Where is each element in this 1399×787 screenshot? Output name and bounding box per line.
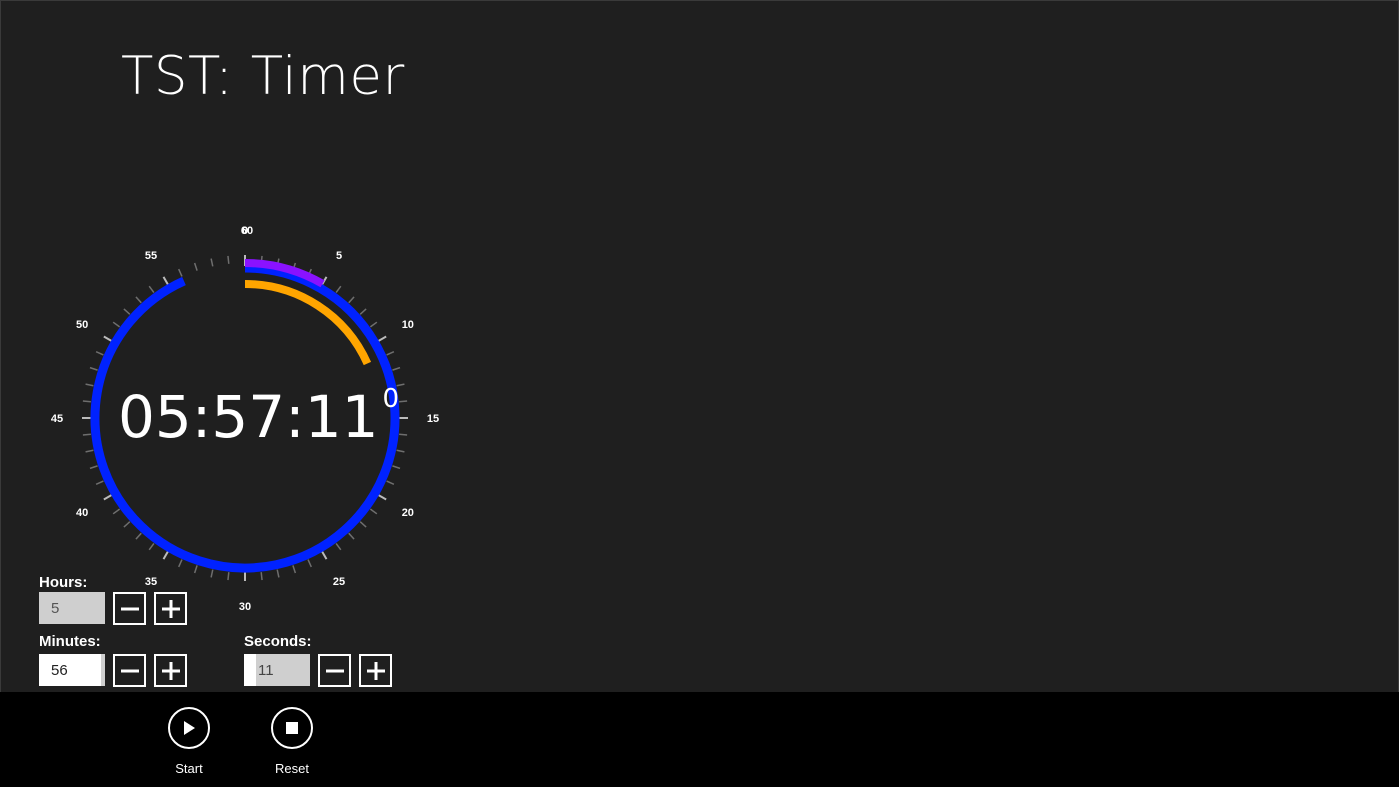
dial-tick	[89, 366, 98, 371]
dial-tick	[260, 572, 263, 581]
dial-tick	[359, 521, 367, 528]
dial-tick	[135, 532, 142, 540]
minus-icon	[120, 669, 139, 672]
dial-tick	[392, 366, 401, 371]
dial-tick	[210, 569, 214, 578]
dial-tick-label: 15	[427, 413, 439, 425]
dial-tick	[95, 480, 104, 485]
dial-tick	[148, 285, 155, 294]
dial-tick	[112, 321, 121, 328]
dial-tick	[85, 449, 94, 453]
minutes-decrement-button[interactable]	[113, 654, 146, 687]
dial-tick	[386, 351, 395, 356]
dial-tick	[95, 351, 104, 356]
seconds-decrement-button[interactable]	[318, 654, 351, 687]
dial-tick	[135, 296, 142, 304]
timer-dial: 0 5 10 15 20 25 30 35 40 45 50 55 60	[51, 225, 439, 613]
dial-tick-label: 55	[145, 250, 157, 262]
dial-tick	[386, 480, 395, 485]
dial-tick	[227, 255, 230, 264]
start-label: Start	[175, 761, 203, 776]
dial-tick	[348, 296, 355, 304]
plus-icon	[366, 661, 385, 680]
dial-tick-label: 25	[333, 576, 345, 588]
dial-tick	[399, 433, 408, 436]
reset-circle	[271, 707, 313, 749]
dial-tick	[178, 268, 183, 277]
plus-icon	[161, 599, 180, 618]
dial-tick	[292, 565, 297, 574]
seconds-ring	[244, 280, 372, 366]
minus-icon	[120, 607, 139, 610]
dial-tick	[227, 572, 230, 581]
dial-tick	[399, 400, 408, 403]
start-button[interactable]: Start	[159, 707, 219, 776]
dial-tick	[359, 308, 367, 315]
hours-input[interactable]	[39, 592, 105, 624]
dial-tick-label: 20	[402, 507, 414, 519]
plus-icon	[161, 661, 180, 680]
dial-tick	[82, 433, 91, 436]
dial-tick-label: 40	[76, 507, 88, 519]
dial-tick-label: 45	[51, 413, 63, 425]
dial-tick	[335, 285, 342, 294]
dial-tick	[392, 465, 401, 470]
time-readout: 05:57:11 0	[118, 386, 399, 446]
dial-tick-label-overlap: 60	[241, 225, 253, 237]
time-fraction: 0	[382, 384, 400, 414]
minutes-increment-button[interactable]	[154, 654, 187, 687]
dial-tick	[369, 321, 378, 328]
dial-tick	[123, 521, 131, 528]
dial-tick-label: 35	[145, 576, 157, 588]
minutes-input[interactable]	[39, 654, 105, 686]
start-circle	[168, 707, 210, 749]
dial-tick	[148, 542, 155, 551]
minus-icon	[325, 669, 344, 672]
dial-tick-label: 30	[239, 601, 251, 613]
dial-tick	[210, 258, 214, 267]
hours-label: Hours:	[39, 574, 88, 591]
dial-tick-label: 50	[76, 319, 88, 331]
time-display: 05:57:11	[118, 383, 379, 451]
seconds-input[interactable]	[244, 654, 310, 686]
stop-icon	[286, 722, 298, 734]
dial-tick-label: 10	[402, 319, 414, 331]
dial-tick	[85, 383, 94, 387]
dial-tick	[335, 542, 342, 551]
dial-tick	[276, 569, 280, 578]
dial-tick	[193, 565, 198, 574]
dial-tick-label: 5	[336, 250, 342, 262]
dial-tick	[307, 559, 312, 568]
seconds-label: Seconds:	[244, 633, 312, 650]
dial-tick	[123, 308, 131, 315]
seconds-increment-button[interactable]	[359, 654, 392, 687]
dial-tick	[112, 508, 121, 515]
minutes-label: Minutes:	[39, 633, 101, 650]
dial-tick	[396, 449, 405, 453]
dial-tick	[193, 262, 198, 271]
reset-button[interactable]: Reset	[262, 707, 322, 776]
hours-decrement-button[interactable]	[113, 592, 146, 625]
reset-label: Reset	[275, 761, 309, 776]
dial-tick	[348, 532, 355, 540]
dial-tick	[178, 559, 183, 568]
dial-tick	[89, 465, 98, 470]
play-icon	[184, 721, 195, 735]
dial-tick	[82, 400, 91, 403]
dial-tick	[369, 508, 378, 515]
hours-increment-button[interactable]	[154, 592, 187, 625]
